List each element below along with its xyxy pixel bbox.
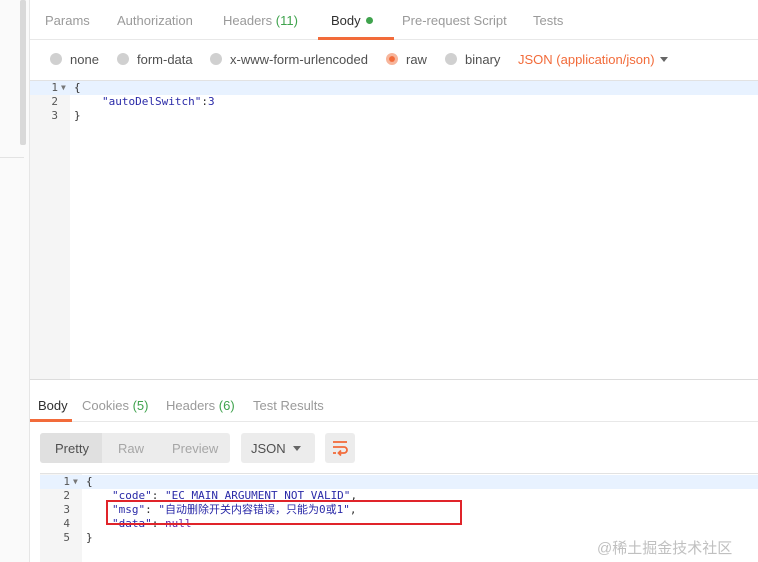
highlight-annotation-box bbox=[106, 500, 462, 525]
format-dropdown[interactable]: JSON bbox=[241, 433, 315, 463]
code-line: 2 "autoDelSwitch":3 bbox=[51, 95, 215, 108]
radio-icon bbox=[445, 53, 457, 65]
resp-tab-headers[interactable]: Headers (6) bbox=[166, 398, 235, 413]
code-line: 3 } bbox=[51, 109, 81, 122]
code-line: 1 ▼ { bbox=[30, 81, 758, 95]
tab-body[interactable]: Body bbox=[331, 13, 373, 28]
response-tabs: Body Cookies (5) Headers (6) Test Result… bbox=[30, 390, 758, 422]
active-tab-indicator bbox=[30, 419, 72, 422]
tab-pre-request-script[interactable]: Pre-request Script bbox=[402, 13, 507, 28]
wrap-lines-button[interactable] bbox=[325, 433, 355, 463]
radio-binary[interactable]: binary bbox=[445, 52, 500, 67]
watermark: @稀土掘金技术社区 bbox=[597, 540, 733, 557]
fold-arrow-icon[interactable]: ▼ bbox=[73, 475, 78, 489]
request-tabs: Params Authorization Headers (11) Body P… bbox=[30, 0, 758, 40]
view-raw-button[interactable]: Raw bbox=[118, 441, 144, 456]
request-code: 1 ▼ { 2 "autoDelSwitch":3 3 } bbox=[30, 81, 758, 123]
view-pretty-button[interactable]: Pretty bbox=[55, 441, 89, 456]
resp-tab-cookies[interactable]: Cookies (5) bbox=[82, 398, 148, 413]
tab-tests[interactable]: Tests bbox=[533, 13, 563, 28]
body-type-options: none form-data x-www-form-urlencoded raw… bbox=[30, 40, 758, 80]
radio-icon bbox=[210, 53, 222, 65]
tab-params[interactable]: Params bbox=[45, 13, 90, 28]
request-body-editor[interactable]: 1 ▼ { 2 "autoDelSwitch":3 3 } bbox=[30, 80, 758, 380]
view-mode-group: Pretty Raw Preview bbox=[40, 433, 230, 463]
line-number-gutter bbox=[30, 81, 70, 379]
code-line: 1 ▼ { bbox=[40, 475, 758, 489]
radio-icon bbox=[50, 53, 62, 65]
tab-authorization[interactable]: Authorization bbox=[117, 13, 193, 28]
content-type-dropdown[interactable]: JSON (application/json) bbox=[518, 52, 655, 67]
tab-headers[interactable]: Headers (11) bbox=[223, 13, 298, 28]
radio-selected-icon bbox=[386, 53, 398, 65]
fold-arrow-icon[interactable]: ▼ bbox=[61, 81, 66, 95]
body-modified-dot-icon bbox=[365, 17, 373, 24]
resp-tab-test-results[interactable]: Test Results bbox=[253, 398, 324, 413]
left-divider bbox=[0, 157, 24, 158]
radio-raw[interactable]: raw bbox=[386, 52, 427, 67]
resp-tab-body[interactable]: Body bbox=[38, 398, 68, 413]
radio-icon bbox=[117, 53, 129, 65]
radio-none[interactable]: none bbox=[50, 52, 99, 67]
left-scrollbar[interactable] bbox=[20, 0, 26, 145]
radio-form-data[interactable]: form-data bbox=[117, 52, 193, 67]
view-preview-button[interactable]: Preview bbox=[172, 441, 218, 456]
wrap-lines-icon bbox=[333, 441, 348, 457]
radio-x-www-form-urlencoded[interactable]: x-www-form-urlencoded bbox=[210, 52, 368, 67]
chevron-down-icon[interactable] bbox=[660, 57, 668, 62]
chevron-down-icon bbox=[293, 446, 301, 451]
